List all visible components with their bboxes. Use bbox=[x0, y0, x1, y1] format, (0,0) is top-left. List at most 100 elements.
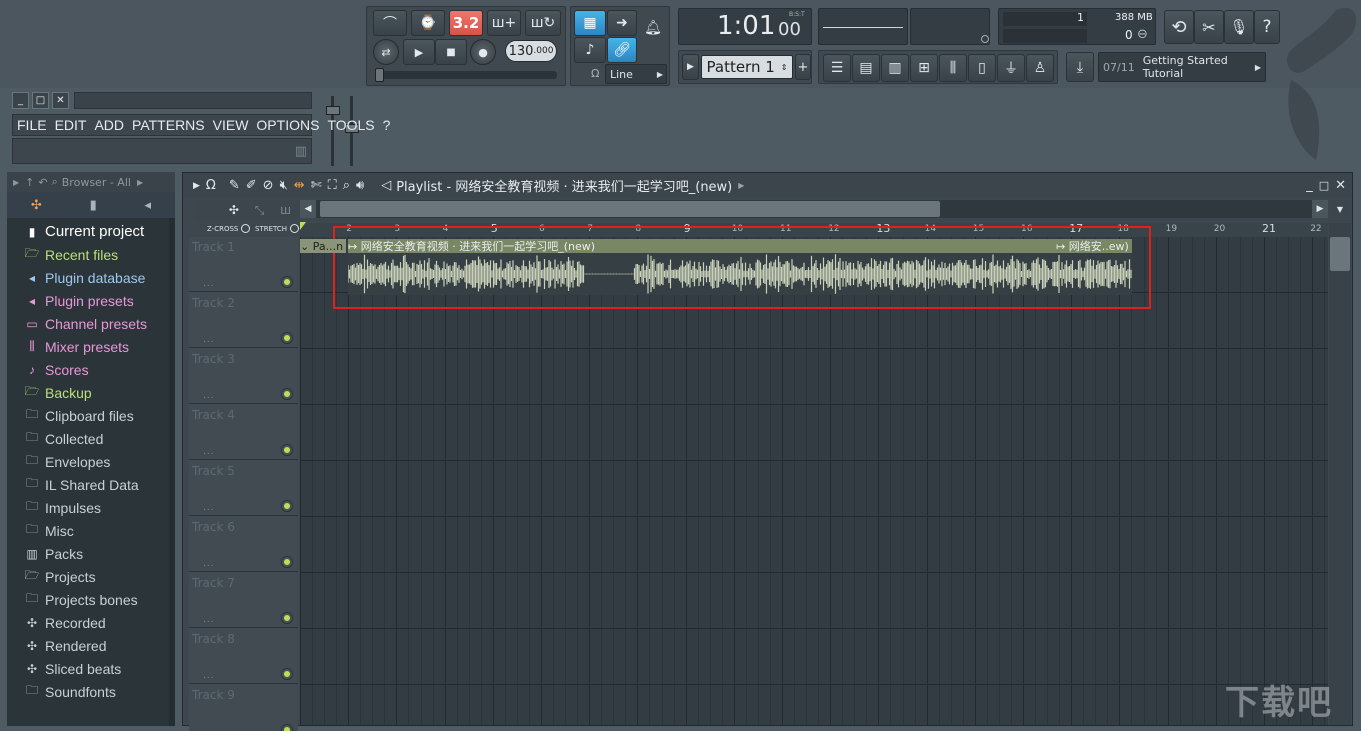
grip-icon[interactable]: ... bbox=[203, 279, 215, 289]
horizontal-scrollbar[interactable]: ◀ ▶ bbox=[300, 200, 1328, 218]
playback-tool-icon[interactable]: 🔊︎ bbox=[356, 178, 364, 193]
menu-edit[interactable]: EDIT bbox=[51, 117, 91, 133]
audio-clip[interactable] bbox=[347, 253, 1132, 295]
menu-options[interactable]: OPTIONS bbox=[252, 117, 323, 133]
draw-mode-button[interactable]: ♪ bbox=[574, 37, 606, 63]
song-position-slider[interactable] bbox=[375, 68, 557, 82]
browser-item[interactable]: ▥ Packs bbox=[7, 542, 175, 565]
vertical-scroll-thumb[interactable] bbox=[1330, 237, 1350, 271]
piano-roll-button[interactable]: ▥ bbox=[881, 54, 909, 82]
track-mute-led[interactable] bbox=[282, 725, 292, 731]
waveform-icon[interactable]: ✣ bbox=[31, 198, 42, 213]
download-icon[interactable]: ⤓ bbox=[1066, 52, 1094, 82]
wait-for-input-button[interactable]: ⌚ bbox=[411, 10, 445, 36]
slip-tool-icon[interactable]: ⇹ bbox=[294, 178, 305, 193]
browser-item[interactable]: ⫼ Mixer presets bbox=[7, 335, 175, 358]
browser-item[interactable]: ✣ Recorded bbox=[7, 611, 175, 634]
track-header[interactable]: Track 5... bbox=[189, 461, 298, 516]
track-header[interactable]: Track 7... bbox=[189, 573, 298, 628]
browser-item[interactable]: 🗀︎ Projects bones bbox=[7, 588, 175, 611]
add-pattern-button[interactable]: + bbox=[795, 54, 811, 80]
grip-icon[interactable]: ... bbox=[203, 671, 215, 681]
audio-clip-tail-header[interactable]: ↦ 网络安..ew) bbox=[1056, 239, 1132, 253]
menu-file[interactable]: FILE bbox=[13, 117, 51, 133]
back-icon[interactable]: ↶ bbox=[38, 176, 47, 189]
grip-icon[interactable]: ... bbox=[203, 391, 215, 401]
browser-item[interactable]: 🗀︎ Collected bbox=[7, 427, 175, 450]
time-display[interactable]: 1:01 00 B:S:T bbox=[678, 8, 812, 45]
link-icon[interactable]: ⤡ bbox=[255, 203, 265, 218]
track-header[interactable]: Track 1... bbox=[189, 237, 298, 292]
track-mute-led[interactable] bbox=[282, 277, 292, 287]
document-icon[interactable]: ▮ bbox=[90, 198, 97, 213]
grip-icon[interactable]: ... bbox=[203, 447, 215, 457]
browser-item[interactable]: ▮ Current project bbox=[7, 220, 175, 243]
stop-button[interactable]: ■ bbox=[435, 39, 467, 65]
zcross-toggle[interactable]: Z-CROSS bbox=[207, 224, 251, 233]
playlist-window-button[interactable]: ☰ bbox=[823, 54, 851, 82]
channel-rack-button[interactable]: ▤ bbox=[852, 54, 880, 82]
paint-tool-icon[interactable]: ✐ bbox=[246, 178, 257, 193]
plugin-picker-button[interactable]: ⏚ bbox=[997, 54, 1025, 82]
menu-arrow-icon[interactable]: ▶ bbox=[193, 181, 200, 191]
link-button[interactable]: 🔗︎ bbox=[607, 37, 637, 63]
record-button[interactable]: ● bbox=[470, 39, 496, 65]
stretch-toggle[interactable]: STRETCH bbox=[255, 224, 300, 233]
horizontal-scroll-thumb[interactable] bbox=[320, 201, 940, 217]
grip-icon[interactable]: ... bbox=[203, 335, 215, 345]
menu-help[interactable]: ? bbox=[379, 117, 395, 133]
track-mute-led[interactable] bbox=[282, 333, 292, 343]
grip-icon[interactable]: ... bbox=[203, 503, 215, 513]
menu-tools[interactable]: TOOLS bbox=[323, 117, 378, 133]
maximize-button[interactable]: □ bbox=[32, 92, 49, 109]
cut-tool-button[interactable]: ✂ bbox=[1194, 10, 1224, 44]
minimize-button[interactable]: _ bbox=[12, 92, 29, 109]
select-tool-icon[interactable]: ⛶ bbox=[328, 178, 337, 193]
browser-scrollbar[interactable] bbox=[169, 218, 175, 726]
draw-tool-icon[interactable]: ✎ bbox=[229, 178, 240, 193]
song-position-handle[interactable] bbox=[375, 68, 384, 82]
track-header[interactable]: Track 4... bbox=[189, 405, 298, 460]
pattern-selector[interactable]: Pattern 1 ⇕ bbox=[701, 55, 793, 79]
browser-item[interactable]: ✣ Sliced beats bbox=[7, 657, 175, 680]
grip-icon[interactable]: ... bbox=[203, 727, 215, 731]
typing-keyboard-button[interactable]: ▦ bbox=[574, 10, 606, 36]
undo-history-button[interactable]: ⟲ bbox=[1164, 10, 1194, 44]
vertical-scrollbar[interactable] bbox=[1329, 223, 1351, 725]
track-mute-led[interactable] bbox=[282, 669, 292, 679]
track-mute-led[interactable] bbox=[282, 613, 292, 623]
minimize-button[interactable]: _ bbox=[1306, 178, 1313, 193]
track-header[interactable]: Track 6... bbox=[189, 517, 298, 572]
mute-tool-icon[interactable]: 🔇︎ bbox=[280, 178, 288, 193]
track-header[interactable]: Track 8... bbox=[189, 629, 298, 684]
menu-patterns[interactable]: PATTERNS bbox=[128, 117, 209, 133]
track-mute-led[interactable] bbox=[282, 501, 292, 511]
countdown-button[interactable]: 3.2 bbox=[449, 10, 483, 36]
close-button[interactable]: ✕ bbox=[52, 92, 69, 109]
step-button[interactable]: ➜ bbox=[607, 10, 637, 36]
play-button[interactable]: ▶ bbox=[403, 39, 435, 65]
track-header[interactable]: Track 3... bbox=[189, 349, 298, 404]
browser-item[interactable]: 🗁︎ Recent files bbox=[7, 243, 175, 266]
track-header[interactable]: Track 2... bbox=[189, 293, 298, 348]
grip-icon[interactable]: ... bbox=[203, 559, 215, 569]
browser-item[interactable]: 🗀︎ Soundfonts bbox=[7, 680, 175, 703]
audio-clip-header[interactable]: ↦ 网络安全教育视频 · 进来我们一起学习吧_(new) bbox=[348, 239, 1058, 253]
track-mute-led[interactable] bbox=[282, 557, 292, 567]
dropdown-icon[interactable]: ▼ bbox=[1329, 200, 1351, 218]
track-header[interactable]: Track 9... bbox=[189, 685, 298, 731]
slice-tool-icon[interactable]: ✄ bbox=[311, 178, 322, 193]
waveform-icon[interactable]: ✣ bbox=[229, 203, 239, 217]
menu-view[interactable]: VIEW bbox=[209, 117, 253, 133]
metronome-button[interactable]: ⌒ bbox=[373, 10, 407, 36]
browser-item[interactable]: ◂ Plugin database bbox=[7, 266, 175, 289]
track-mute-led[interactable] bbox=[282, 445, 292, 455]
microphone-button[interactable]: 🎙︎ bbox=[1224, 10, 1254, 44]
browser-item[interactable]: 🗀︎ Envelopes bbox=[7, 450, 175, 473]
delete-tool-icon[interactable]: ⊘ bbox=[263, 178, 274, 193]
browser-item[interactable]: 🗁︎ Backup bbox=[7, 381, 175, 404]
step-edit-button[interactable]: ш+ bbox=[487, 10, 521, 36]
tempo-tapper-button[interactable]: ♙ bbox=[1026, 54, 1054, 82]
browser-item[interactable]: 🗀︎ Misc bbox=[7, 519, 175, 542]
project-info-button[interactable]: ▯ bbox=[968, 54, 996, 82]
